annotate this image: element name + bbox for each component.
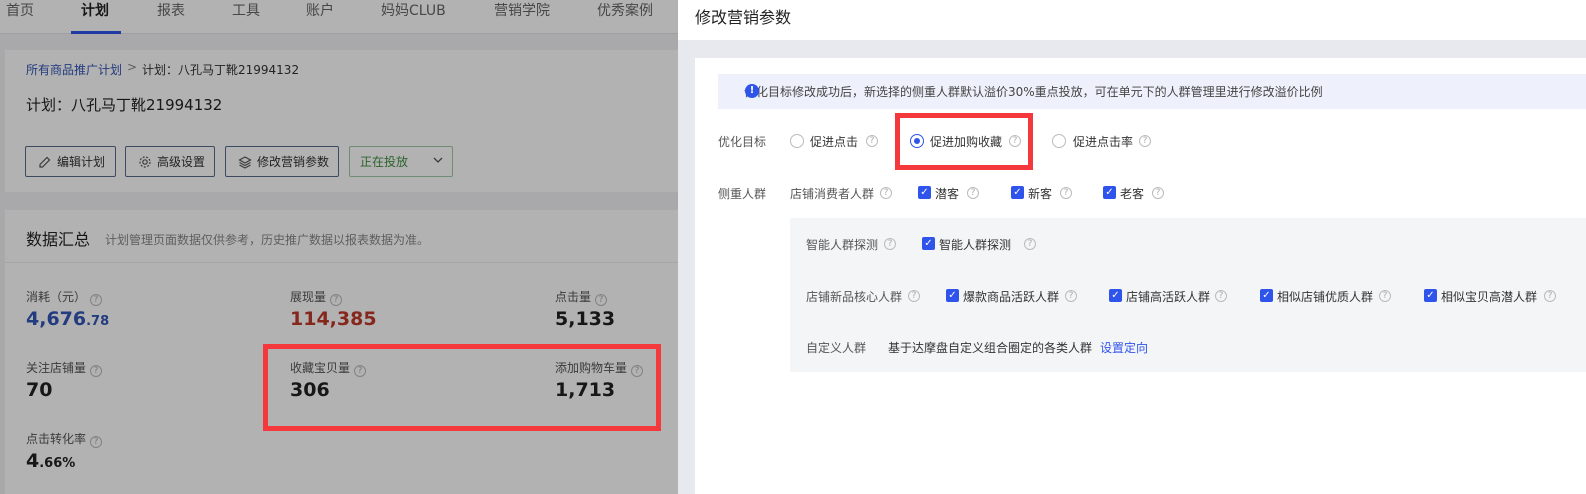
highlight-box-goal	[895, 113, 1033, 170]
info-icon: !	[745, 84, 759, 98]
goal-radio-ctr[interactable]	[1052, 134, 1066, 148]
custom-audience-desc: 基于达摩盘自定义组合圈定的各类人群	[888, 341, 1093, 355]
option-store-active-audience[interactable]: 店铺高活跃人群	[1126, 288, 1210, 305]
notice-bar: 优化目标修改成功后，新选择的侧重人群默认溢价30%重点投放，可在单元下的人群管理…	[718, 74, 1586, 109]
plan-page: 首页 计划 报表 工具 账户 妈妈CLUB 营销学院 优秀案例 所有商品推广计划…	[0, 0, 678, 494]
checkbox-old-customer[interactable]: ✓	[1103, 186, 1116, 199]
option-old-customer[interactable]: 老客	[1120, 185, 1144, 202]
help-icon[interactable]: ?	[1139, 135, 1151, 147]
goal-option-ctr[interactable]: 促进点击率	[1073, 133, 1133, 150]
checkbox-similar-store-audience[interactable]: ✓	[1260, 289, 1273, 302]
option-hot-product-audience[interactable]: 爆款商品活跃人群	[963, 288, 1059, 305]
drawer-title: 修改营销参数	[695, 8, 792, 27]
smart-audience-label: 智能人群探测	[806, 238, 879, 252]
help-icon[interactable]: ?	[1060, 187, 1072, 199]
option-smart-audience[interactable]: 智能人群探测	[939, 236, 1011, 253]
store-consumer-label: 店铺消费者人群	[790, 187, 875, 201]
checkbox-similar-item-audience[interactable]: ✓	[1424, 289, 1437, 302]
checkbox-hot-product-audience[interactable]: ✓	[946, 289, 959, 302]
audience-label: 侧重人群	[718, 187, 767, 201]
help-icon[interactable]: ?	[884, 238, 896, 250]
help-icon[interactable]: ?	[880, 187, 892, 199]
checkbox-potential[interactable]: ✓	[918, 186, 931, 199]
goal-option-click[interactable]: 促进点击	[810, 133, 858, 150]
highlight-box-metrics	[263, 344, 661, 431]
drawer-gutter	[678, 58, 695, 494]
help-icon[interactable]: ?	[1024, 238, 1036, 250]
help-icon[interactable]: ?	[1544, 290, 1556, 302]
goal-radio-click[interactable]	[790, 134, 804, 148]
help-icon[interactable]: ?	[967, 187, 979, 199]
drawer-header: 修改营销参数	[678, 0, 1586, 40]
checkbox-smart-audience[interactable]: ✓	[922, 237, 935, 250]
option-potential[interactable]: 潜客	[935, 185, 959, 202]
help-icon[interactable]: ?	[1215, 290, 1227, 302]
option-similar-store-audience[interactable]: 相似店铺优质人群	[1277, 288, 1373, 305]
new-core-audience-label: 店铺新品核心人群	[806, 290, 903, 304]
goal-label: 优化目标	[718, 135, 767, 149]
option-similar-item-audience[interactable]: 相似宝贝高潜人群	[1441, 288, 1537, 305]
help-icon[interactable]: ?	[1379, 290, 1391, 302]
custom-audience-label: 自定义人群	[806, 341, 867, 355]
notice-text: 优化目标修改成功后，新选择的侧重人群默认溢价30%重点投放，可在单元下的人群管理…	[744, 85, 1323, 99]
set-targeting-link[interactable]: 设置定向	[1100, 339, 1148, 356]
marketing-params-drawer: 修改营销参数 优化目标修改成功后，新选择的侧重人群默认溢价30%重点投放，可在单…	[678, 0, 1586, 494]
checkbox-new-customer[interactable]: ✓	[1011, 186, 1024, 199]
help-icon[interactable]: ?	[908, 290, 920, 302]
drawer-separator	[678, 40, 1586, 58]
option-new-customer[interactable]: 新客	[1028, 185, 1052, 202]
help-icon[interactable]: ?	[866, 135, 878, 147]
help-icon[interactable]: ?	[1065, 290, 1077, 302]
checkbox-store-active-audience[interactable]: ✓	[1109, 289, 1122, 302]
help-icon[interactable]: ?	[1152, 187, 1164, 199]
